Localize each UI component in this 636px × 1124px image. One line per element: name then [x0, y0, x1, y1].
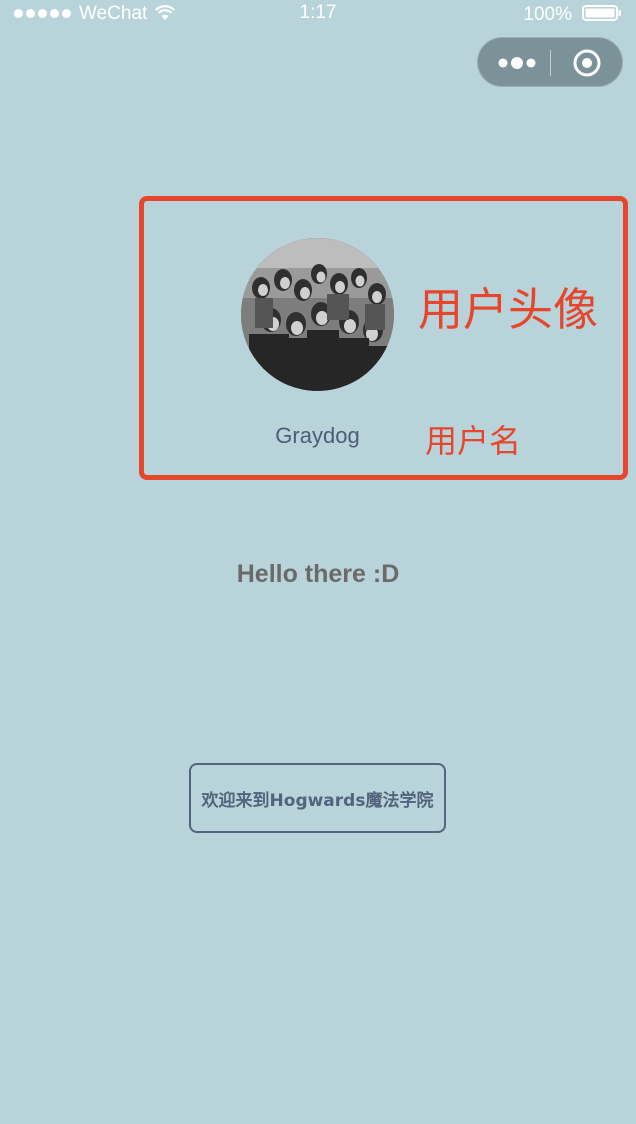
battery-percent: 100%: [523, 4, 572, 25]
greeting-text: Hello there :D: [236, 560, 400, 588]
annotation-avatar-label: 用户头像: [418, 283, 599, 336]
battery-icon: [582, 5, 622, 21]
more-dots-icon[interactable]: [496, 55, 538, 71]
capsule-divider: [550, 50, 551, 76]
status-bar: WeChat 1:17 100%: [0, 0, 636, 28]
enter-hogwards-button[interactable]: 欢迎来到Hogwards魔法学院: [189, 763, 446, 833]
avatar[interactable]: [241, 238, 394, 391]
close-target-icon[interactable]: [572, 48, 602, 78]
username: Graydog: [275, 423, 360, 448]
miniprogram-capsule: [477, 37, 623, 87]
annotation-username-label: 用户名: [425, 422, 522, 460]
